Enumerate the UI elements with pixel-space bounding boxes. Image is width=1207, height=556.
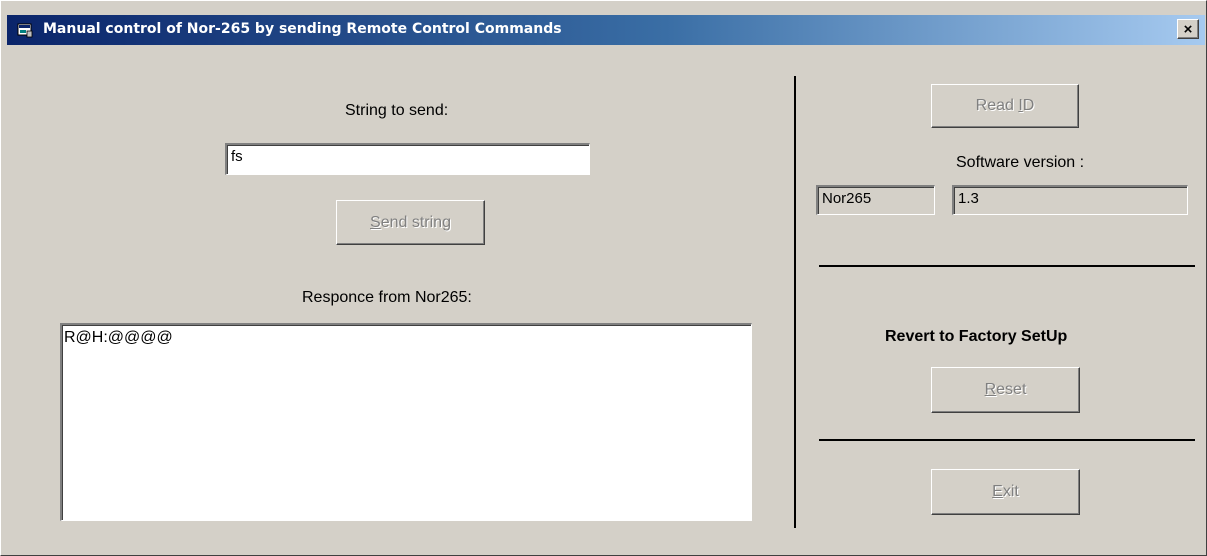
app-icon — [17, 23, 33, 38]
response-value: R@H:@@@@ — [64, 329, 173, 346]
response-label: Responce from Nor265: — [302, 289, 472, 306]
read-id-button[interactable]: Read ID — [931, 84, 1079, 128]
reset-button[interactable]: Reset — [931, 367, 1080, 413]
reset-label: Reset — [984, 381, 1027, 398]
close-icon: × — [1183, 20, 1193, 38]
send-string-button[interactable]: Send string — [336, 200, 485, 245]
response-textarea[interactable]: R@H:@@@@ — [60, 323, 752, 521]
string-to-send-label: String to send: — [345, 102, 449, 119]
software-version-value: 1.3 — [958, 190, 979, 207]
device-name-value: Nor265 — [822, 190, 872, 207]
dialog-window: Manual control of Nor-265 by sending Rem… — [0, 0, 1207, 556]
vertical-divider — [794, 76, 796, 528]
close-button[interactable]: × — [1177, 19, 1199, 39]
software-version-label: Software version : — [956, 154, 1085, 171]
read-id-label: Read ID — [975, 97, 1035, 114]
horizontal-divider-bottom — [819, 439, 1195, 441]
horizontal-divider-top — [819, 265, 1195, 267]
device-name-field: Nor265 — [816, 185, 935, 215]
send-string-label: Send string — [370, 213, 451, 231]
string-to-send-value: fs — [231, 148, 243, 165]
string-to-send-input[interactable]: fs — [225, 143, 590, 175]
exit-label: Exit — [992, 483, 1019, 500]
window-title: Manual control of Nor-265 by sending Rem… — [43, 21, 562, 37]
factory-setup-label: Revert to Factory SetUp — [885, 328, 1068, 345]
software-version-field: 1.3 — [952, 185, 1188, 215]
title-bar: Manual control of Nor-265 by sending Rem… — [7, 15, 1205, 45]
exit-button[interactable]: Exit — [931, 469, 1080, 515]
